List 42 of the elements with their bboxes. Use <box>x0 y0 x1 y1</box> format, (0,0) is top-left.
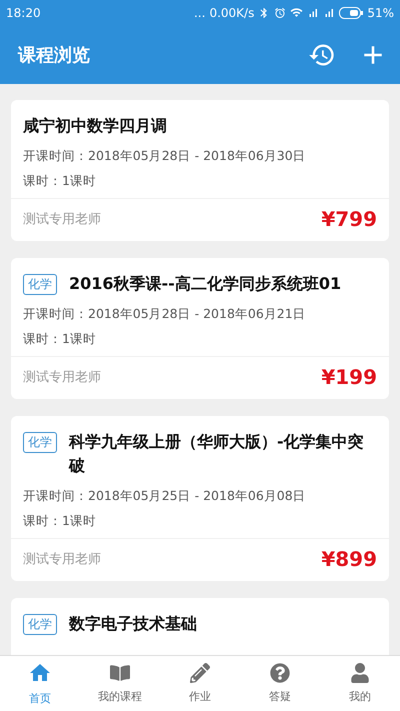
teacher-name: 测试专用老师 <box>23 211 101 228</box>
subject-tag: 化学 <box>23 274 57 295</box>
status-dots: ... <box>194 6 206 20</box>
teacher-name: 测试专用老师 <box>23 369 101 386</box>
course-price: ¥799 <box>321 207 377 231</box>
course-hours: 课时：1课时 <box>23 331 97 348</box>
question-icon <box>270 663 290 683</box>
subject-tag: 化学 <box>23 614 57 635</box>
pencil-icon <box>190 663 210 683</box>
wifi-icon <box>290 6 304 19</box>
course-card[interactable]: 化学 数字电子技术基础 <box>11 598 389 655</box>
course-hours: 课时：1课时 <box>23 513 97 530</box>
alarm-icon <box>274 6 286 18</box>
course-title: 数字电子技术基础 <box>69 613 197 635</box>
signal-icon <box>307 6 320 18</box>
book-icon <box>110 663 130 683</box>
course-dates: 开课时间：2018年05月28日 - 2018年06月21日 <box>23 306 307 323</box>
nav-tab[interactable]: 我的课程 <box>80 656 160 711</box>
course-card[interactable]: 化学 2016秋季课--高二化学同步系统班01 开课时间：2018年05月28日 - 2018年06月21日 课时：1课时 测试专用老师 ¥199 <box>11 258 389 399</box>
course-card[interactable]: 咸宁初中数学四月调 开课时间：2018年05月28日 - 2018年06月30日 课时：1课时 测试专用老师 ¥799 <box>11 100 389 241</box>
signal-icon <box>323 6 336 18</box>
course-price: ¥899 <box>321 547 377 571</box>
course-dates: 开课时间：2018年05月28日 - 2018年06月30日 <box>23 148 307 165</box>
subject-tag: 化学 <box>23 432 57 453</box>
nav-tab[interactable]: 答疑 <box>240 656 320 711</box>
teacher-name: 测试专用老师 <box>23 551 101 568</box>
course-title: 咸宁初中数学四月调 <box>23 115 167 137</box>
status-time: 18:20 <box>6 6 41 20</box>
course-title: 科学九年级上册（华师大版）-化学集中突破 <box>69 431 365 477</box>
user-icon <box>350 663 370 683</box>
course-dates: 开课时间：2018年05月25日 - 2018年06月08日 <box>23 488 307 505</box>
course-card[interactable]: 化学 科学九年级上册（华师大版）-化学集中突破 开课时间：2018年05月25日 - 2018年06月08日 课时：1课时 测试专用老师 ¥899 <box>11 416 389 581</box>
course-title: 2016秋季课--高二化学同步系统班01 <box>69 273 342 295</box>
course-hours: 课时：1课时 <box>23 173 97 190</box>
page-title: 课程浏览 <box>18 44 91 66</box>
network-speed: 0.00K/s <box>209 6 254 20</box>
nav-tab[interactable]: 我的 <box>320 656 400 711</box>
nav-tab[interactable]: 首页 <box>0 656 80 711</box>
course-price: ¥199 <box>321 365 377 389</box>
battery-percent: 51% <box>367 6 394 20</box>
nav-tab[interactable]: 作业 <box>160 656 240 711</box>
battery-icon <box>339 6 364 18</box>
